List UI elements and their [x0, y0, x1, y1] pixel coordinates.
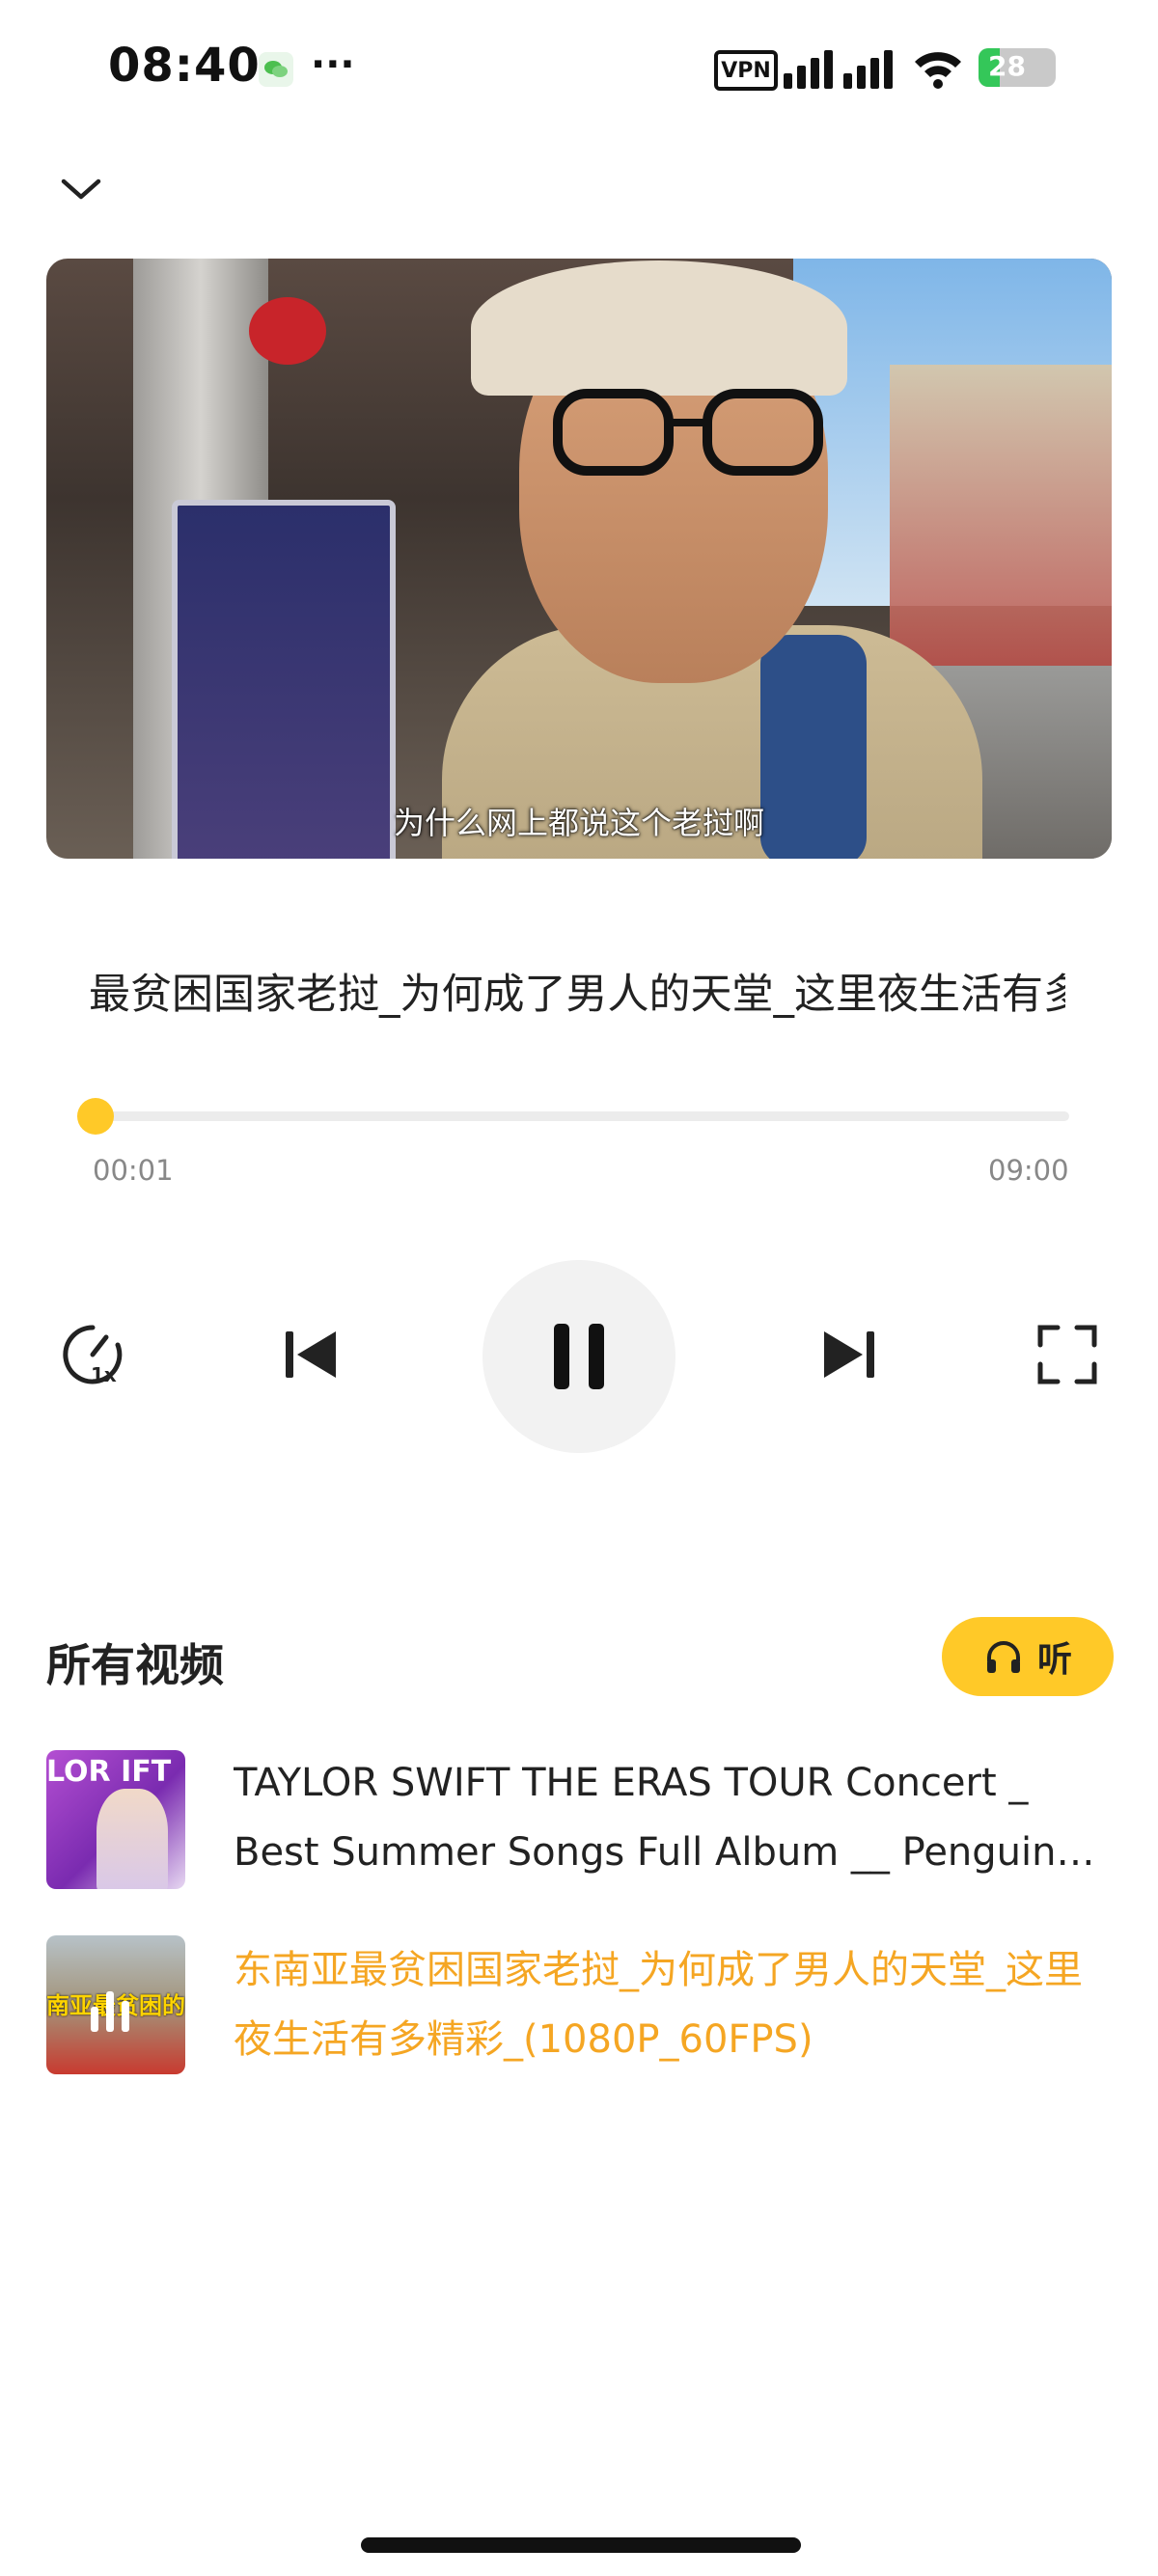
battery-level: 28 — [988, 50, 1026, 82]
skip-next-icon — [824, 1331, 874, 1378]
progress-track[interactable] — [81, 1111, 1069, 1121]
pause-icon — [554, 1324, 604, 1389]
listen-label: 听 — [1036, 1640, 1072, 1680]
previous-button[interactable] — [272, 1316, 349, 1393]
playlist-item-1-title[interactable]: TAYLOR SWIFT THE ERAS TOUR Concert _ Bes… — [234, 1748, 1112, 1887]
playlist-item-2-thumbnail[interactable]: 南亚最贫困的国何成了男人的天 — [46, 1935, 185, 2074]
headphones-icon — [986, 1641, 1020, 1673]
chevron-down-icon[interactable] — [54, 162, 108, 216]
duration: 09:00 — [988, 1154, 1069, 1187]
playback-speed-button[interactable]: 1x — [54, 1316, 131, 1393]
playlist-heading: 所有视频 — [46, 1639, 224, 1691]
vpn-badge: VPN — [714, 50, 778, 91]
now-playing-icon — [91, 1991, 129, 2032]
progress-knob[interactable] — [77, 1098, 114, 1135]
playlist-item-2-title[interactable]: 东南亚最贫困国家老挝_为何成了男人的天堂_这里夜生活有多精彩_(1080P_60… — [234, 1935, 1112, 2074]
fullscreen-icon — [1037, 1325, 1097, 1384]
video-frame-lantern — [249, 297, 326, 365]
battery-icon: 28 — [979, 48, 1056, 87]
listen-button[interactable]: 听 — [942, 1617, 1114, 1696]
playlist-item-1-thumbnail[interactable]: LOR IFT — [46, 1750, 185, 1889]
video-frame-glasses — [553, 389, 823, 476]
video-player[interactable]: 为什么网上都说这个老挝啊 — [46, 259, 1112, 859]
speed-gauge-icon: 1x — [63, 1325, 123, 1386]
cellular-signal-icon — [784, 50, 893, 89]
fullscreen-button[interactable] — [1029, 1316, 1106, 1393]
current-time: 00:01 — [93, 1154, 174, 1187]
thumbnail-figure — [96, 1789, 168, 1889]
speed-label: 1x — [91, 1363, 117, 1386]
video-title: 最贫困国家老挝_为何成了男人的天堂_这里夜生活有多精彩_(1080P_60FPS… — [89, 971, 1065, 1019]
status-time: 08:40 — [108, 39, 261, 93]
skip-previous-icon — [286, 1331, 336, 1378]
more-notifications-icon: ··· — [311, 42, 355, 87]
wifi-icon — [915, 52, 961, 89]
pause-button[interactable] — [482, 1260, 676, 1453]
video-subtitle: 为什么网上都说这个老挝啊 — [393, 805, 764, 841]
home-indicator[interactable] — [361, 2537, 801, 2553]
video-frame-cap — [471, 260, 847, 396]
next-button[interactable] — [811, 1316, 888, 1393]
wechat-notification-icon — [259, 52, 293, 87]
thumbnail-text: LOR IFT — [46, 1755, 172, 1789]
